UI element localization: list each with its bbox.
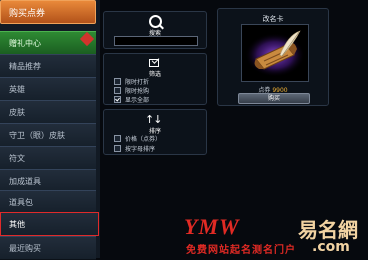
sidebar-item-recent-purchases[interactable]: 最近购买 (0, 236, 96, 260)
sidebar-item-label: 赠礼中心 (9, 39, 41, 48)
sidebar-item-skins[interactable]: 皮肤 (0, 100, 96, 124)
watermark-domain-suffix: .com (312, 239, 350, 255)
checkbox[interactable] (114, 78, 121, 85)
sidebar-item-label: 最近购买 (9, 244, 41, 253)
checkbox-checked[interactable] (114, 96, 121, 103)
sidebar-item-label: 加成道具 (9, 177, 41, 186)
sidebar-item-champions[interactable]: 英雄 (0, 77, 96, 101)
search-panel: 搜索 (103, 11, 207, 49)
sort-option-label: 价格（点券） (125, 136, 162, 143)
sidebar-item-label: 守卫（眼）皮肤 (9, 131, 65, 140)
watermark-logo: YMW (184, 214, 240, 239)
sidebar-item-label: 其他 (9, 220, 25, 229)
search-input[interactable] (114, 36, 198, 46)
filter-option-show-all[interactable]: 显示全部 (114, 95, 149, 104)
checkbox-icon (149, 59, 159, 67)
buy-button[interactable]: 购买 (238, 93, 310, 104)
checkbox[interactable] (114, 87, 121, 94)
sidebar-item-runes[interactable]: 符文 (0, 146, 96, 170)
buy-points-tab[interactable]: 购买点券 (0, 0, 96, 24)
filter-option-label: 显示全部 (125, 97, 150, 104)
filter-option-label: 限时打折 (125, 79, 150, 86)
watermark-tagline: 免费网站起名测名门户 (186, 245, 296, 256)
sidebar-item-gift-center[interactable]: 赠礼中心 (0, 31, 96, 55)
filter-option-limited-discount[interactable]: 限时打折 (114, 77, 149, 86)
filter-option-label: 限时抢购 (125, 88, 150, 95)
sort-option-price[interactable]: 价格（点券） (114, 134, 161, 143)
buy-points-label: 购买点券 (9, 9, 46, 19)
sidebar-item-label: 道具包 (9, 198, 33, 207)
watermark: YMW 易名網 免费网站起名测名门户 .com (184, 212, 368, 258)
sidebar-item-label: 精品推荐 (9, 62, 41, 71)
sort-option-alphabetical[interactable]: 按字母排序 (114, 144, 155, 153)
item-image-frame[interactable] (241, 24, 309, 82)
sidebar-item-label: 符文 (9, 154, 25, 163)
sidebar-item-other[interactable]: 其他 (0, 212, 99, 236)
checkbox[interactable] (114, 135, 121, 142)
gift-ribbon-icon (79, 31, 95, 47)
sidebar-item-bundles[interactable]: 道具包 (0, 190, 96, 214)
filter-panel: 筛选 限时打折 限时抢购 显示全部 (103, 53, 207, 105)
sidebar-item-ward-skins[interactable]: 守卫（眼）皮肤 (0, 123, 96, 147)
item-card[interactable]: 改名卡 点券 9900 购买 (217, 8, 329, 106)
search-icon (149, 15, 162, 28)
shop-sidebar: 购买点券 赠礼中心 精品推荐 英雄 皮肤 守卫（眼）皮肤 符文 加成道具 道具包… (0, 0, 100, 260)
rename-card-scroll-icon (242, 25, 308, 81)
filter-option-flash-sale[interactable]: 限时抢购 (114, 86, 149, 95)
sidebar-item-label: 皮肤 (9, 108, 25, 117)
item-name: 改名卡 (262, 15, 284, 23)
sort-arrows-icon: ↑↓ (145, 113, 162, 126)
checkbox[interactable] (114, 145, 121, 152)
sort-panel: ↑↓ 排序 价格（点券） 按字母排序 (103, 109, 207, 155)
sort-option-label: 按字母排序 (125, 146, 156, 153)
sidebar-item-featured[interactable]: 精品推荐 (0, 54, 96, 78)
sidebar-item-label: 英雄 (9, 85, 25, 94)
